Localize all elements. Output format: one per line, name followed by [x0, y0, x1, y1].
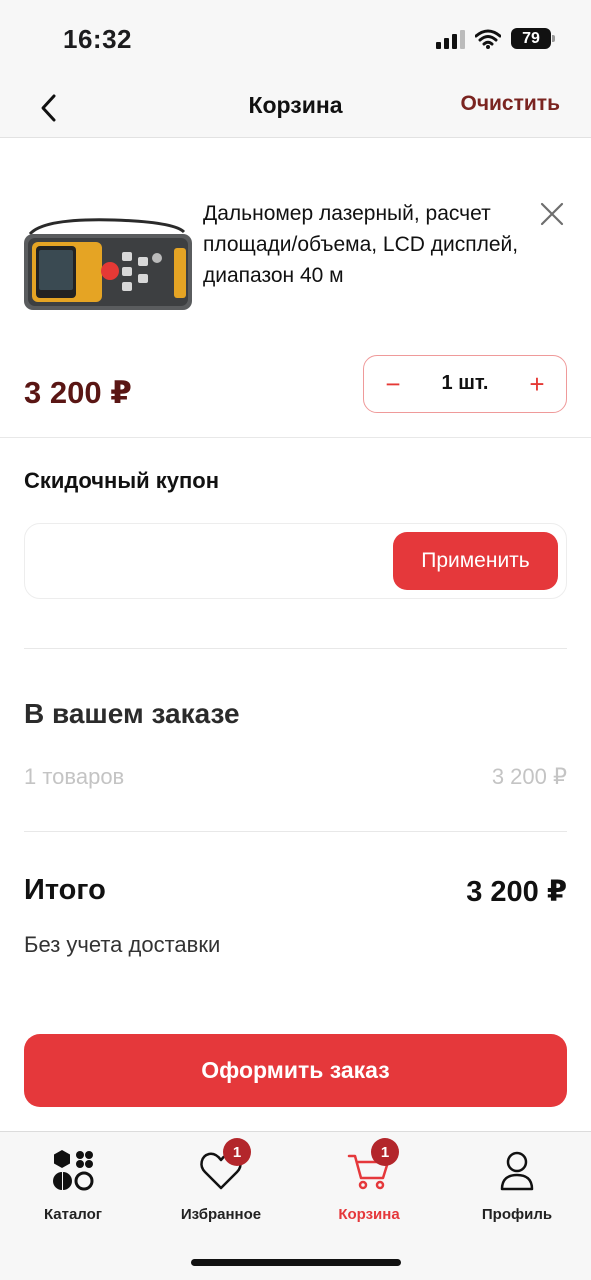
cart-screen: 16:32 79 Корзина Очистить Дальномер лазе… — [0, 0, 591, 1280]
divider — [24, 831, 567, 832]
coupon-input[interactable] — [25, 524, 385, 598]
remove-item-button[interactable] — [539, 201, 565, 227]
divider — [0, 437, 591, 438]
apply-coupon-button[interactable]: Применить — [393, 532, 558, 590]
product-name[interactable]: Дальномер лазерный, расчет площади/объем… — [203, 198, 533, 291]
status-time: 16:32 — [63, 24, 132, 54]
tab-label: Каталог — [43, 1206, 103, 1223]
tab-cart[interactable]: 1 Корзина — [299, 1138, 439, 1232]
increase-quantity-button[interactable]: + — [522, 369, 552, 399]
tab-favorites[interactable]: 1 Избранное — [151, 1138, 291, 1232]
cart-badge: 1 — [371, 1138, 399, 1166]
tab-catalog[interactable]: Каталог — [3, 1142, 143, 1232]
quantity-value: 1 шт. — [441, 372, 489, 394]
clear-cart-button[interactable]: Очистить — [460, 92, 560, 116]
coupon-title: Скидочный купон — [24, 468, 220, 493]
product-price: 3 200 ₽ — [24, 375, 132, 410]
battery-icon: 79 — [511, 28, 555, 49]
total-label: Итого — [24, 874, 106, 906]
checkout-button[interactable]: Оформить заказ — [24, 1034, 567, 1107]
close-icon — [540, 202, 564, 226]
home-indicator — [191, 1259, 401, 1266]
catalog-icon — [53, 1150, 94, 1191]
coupon-box: Применить — [24, 523, 567, 599]
tab-label: Избранное — [180, 1206, 262, 1223]
tab-profile[interactable]: Профиль — [447, 1142, 587, 1232]
status-icons: 79 — [436, 28, 555, 49]
decrease-quantity-button[interactable]: − — [378, 369, 408, 399]
items-sum: 3 200 ₽ — [491, 764, 567, 789]
profile-icon — [500, 1151, 534, 1191]
tab-bar: Каталог 1 Избранное 1 Корзина Профиль — [0, 1131, 591, 1280]
quantity-stepper: − 1 шт. + — [363, 355, 567, 413]
divider — [24, 648, 567, 649]
tab-label: Корзина — [338, 1206, 400, 1223]
wifi-icon — [475, 29, 501, 49]
items-count: 1 товаров — [24, 764, 125, 789]
favorites-badge: 1 — [223, 1138, 251, 1166]
delivery-note: Без учета доставки — [24, 932, 221, 957]
signal-icon — [436, 29, 465, 49]
total-value: 3 200 ₽ — [466, 876, 567, 908]
order-summary-title: В вашем заказе — [24, 698, 240, 729]
status-bar: 16:32 79 — [0, 0, 591, 78]
product-image — [24, 218, 192, 310]
tab-label: Профиль — [481, 1206, 553, 1223]
nav-bar: Корзина Очистить — [0, 78, 591, 138]
